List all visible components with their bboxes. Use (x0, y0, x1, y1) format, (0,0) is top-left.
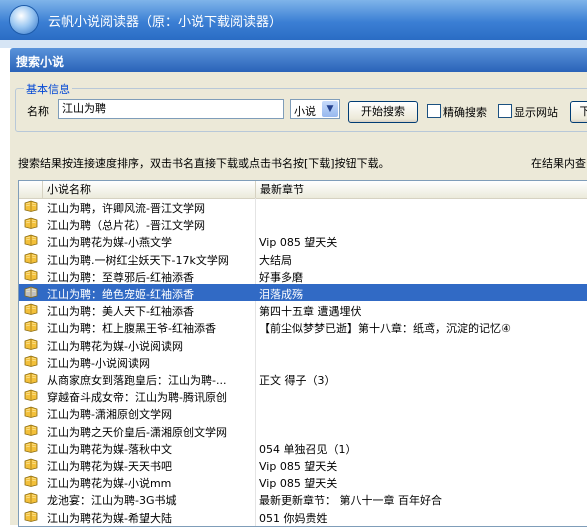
table-header: 小说名称 最新章节 (19, 181, 587, 199)
book-icon (24, 200, 38, 212)
name-label: 名称 (27, 105, 49, 118)
dialog-titlebar: 搜索小说 (10, 48, 587, 72)
table-row[interactable]: 从商家庶女到落跑皇后：江山为聘-... 正文 得子（3） (19, 370, 587, 387)
group-label: 基本信息 (24, 81, 72, 97)
search-input[interactable]: 江山为聘 (58, 99, 284, 119)
latest-chapter-cell: 【前尘似梦梦已逝】第十八章：纸鸢，沉淀的记忆④ (259, 322, 511, 336)
book-icon (24, 303, 38, 316)
table-row[interactable]: 江山为聘.一树红尘妖天下-17k文学网 大结局 (19, 250, 587, 267)
table-row[interactable]: 江山为聘，许卿风流-晋江文学网 (19, 198, 587, 215)
table-row[interactable]: 江山为聘：杠上腹黑王爷-红袖添香 【前尘似梦梦已逝】第十八章：纸鸢，沉淀的记忆④ (19, 318, 587, 335)
book-icon (24, 475, 38, 488)
sort-hint: 搜索结果按连接速度排序，双击书名直接下载或点击书名按[下载]按钮下载。 (18, 157, 390, 170)
extra-button[interactable]: 下 (570, 101, 587, 123)
search-in-results-hint: 在结果内查 (531, 157, 586, 170)
book-name-cell: 江山为聘：杠上腹黑王爷-红袖添香 (47, 322, 216, 336)
table-row[interactable]: 江山为聘花为媒-小说阅读网 (19, 336, 587, 353)
start-search-button[interactable]: 开始搜索 (348, 101, 418, 123)
book-icon (24, 217, 38, 230)
book-name-cell: 从商家庶女到落跑皇后：江山为聘-... (47, 374, 227, 387)
book-icon (24, 338, 38, 350)
latest-chapter-cell: 054 单独召见（1） (259, 442, 357, 456)
latest-chapter-cell: 最新更新章节： 第八十一章 百年好合 (259, 494, 442, 508)
table-row[interactable]: 江山为聘（总片花）-晋江文学网 (19, 215, 587, 232)
table-row[interactable]: 江山为聘花为媒-小燕文学 Vip 085 望天关 (19, 232, 587, 249)
exact-search-label: 精确搜索 (443, 106, 487, 119)
book-name-cell: 江山为聘.一树红尘妖天下-17k文学网 (47, 253, 229, 267)
book-name-cell: 江山为聘：美人天下-红袖添香 (47, 305, 194, 319)
table-row[interactable]: 江山为聘：至尊邪后-红袖添香 好事多磨 (19, 267, 587, 284)
book-icon (24, 269, 38, 281)
book-name-cell: 江山为聘，许卿风流-晋江文学网 (47, 202, 205, 215)
window-gap (0, 40, 587, 48)
book-name-cell: 龙池宴：江山为聘-3G书城 (47, 494, 177, 508)
book-icon (24, 372, 38, 384)
book-name-cell: 江山为聘花为媒-落秋中文 (47, 442, 172, 456)
book-icon (24, 355, 38, 367)
app-title: 云帆小说阅读器（原：小说下载阅读器） (48, 15, 283, 30)
show-site-label: 显示网站 (514, 106, 558, 119)
book-name-cell: 江山为聘：绝色宠姬-红袖添香 (47, 288, 194, 301)
book-icon (24, 234, 38, 247)
show-site-checkbox[interactable] (498, 104, 512, 118)
book-name-cell: 江山为聘之天价皇后-潇湘原创文学网 (47, 425, 227, 439)
book-icon (24, 320, 38, 333)
latest-chapter-cell: 051 你妈贵姓 (259, 511, 328, 525)
latest-chapter-cell: 泪落成殇 (259, 288, 303, 301)
book-name-cell: 江山为聘花为媒-希望大陆 (47, 511, 172, 525)
app-logo-icon (10, 6, 38, 34)
latest-chapter-cell: Vip 085 望天关 (259, 460, 338, 473)
book-name-cell: 江山为聘花为媒-小燕文学 (47, 236, 172, 250)
column-header-name[interactable]: 小说名称 (43, 181, 256, 198)
table-row[interactable]: 穿越奋斗成女帝：江山为聘-腾讯原创 (19, 387, 587, 404)
book-icon (24, 458, 38, 470)
category-select[interactable]: 小说 ▼ (290, 99, 340, 119)
table-row[interactable]: 江山为聘-小说阅读网 (19, 353, 587, 370)
book-icon (24, 441, 38, 453)
dialog-title: 搜索小说 (16, 55, 65, 69)
book-icon (24, 406, 38, 419)
book-name-cell: 江山为聘（总片花）-晋江文学网 (47, 219, 205, 233)
book-name-cell: 江山为聘-潇湘原创文学网 (47, 408, 172, 422)
book-icon (24, 424, 38, 436)
exact-search-checkbox[interactable] (427, 104, 441, 118)
book-name-cell: 江山为聘花为媒-天天书吧 (47, 460, 172, 473)
table-row[interactable]: 江山为聘：绝色宠姬-红袖添香 泪落成殇 (19, 284, 587, 301)
table-row[interactable]: 江山为聘之天价皇后-潇湘原创文学网 (19, 422, 587, 439)
book-icon (24, 510, 38, 522)
table-row[interactable]: 江山为聘花为媒-天天书吧 Vip 085 望天关 (19, 456, 587, 473)
category-value: 小说 (294, 105, 316, 118)
chevron-down-icon[interactable]: ▼ (322, 101, 338, 117)
latest-chapter-cell: 正文 得子（3） (259, 374, 336, 387)
column-header-latest-chapter[interactable]: 最新章节 (256, 181, 587, 198)
app-titlebar: 云帆小说阅读器（原：小说下载阅读器） (0, 0, 587, 40)
table-row[interactable]: 龙池宴：江山为聘-3G书城 最新更新章节： 第八十一章 百年好合 (19, 490, 587, 507)
book-name-cell: 穿越奋斗成女帝：江山为聘-腾讯原创 (47, 391, 227, 405)
table-row[interactable]: 江山为聘-潇湘原创文学网 (19, 404, 587, 421)
table-row[interactable]: 江山为聘花为媒-落秋中文 054 单独召见（1） (19, 439, 587, 456)
latest-chapter-cell: Vip 085 望天关 (259, 477, 338, 491)
header-icon-column (19, 181, 43, 198)
book-name-cell: 江山为聘-小说阅读网 (47, 356, 150, 370)
book-name-cell: 江山为聘：至尊邪后-红袖添香 (47, 270, 194, 284)
latest-chapter-cell: Vip 085 望天关 (259, 236, 338, 250)
book-icon (24, 286, 38, 298)
latest-chapter-cell: 第四十五章 遭遇埋伏 (259, 305, 362, 319)
book-name-cell: 江山为聘花为媒-小说mm (47, 477, 172, 491)
book-icon (24, 389, 38, 402)
book-name-cell: 江山为聘花为媒-小说阅读网 (47, 339, 183, 353)
table-row[interactable]: 江山为聘花为媒-希望大陆 051 你妈贵姓 (19, 508, 587, 525)
book-icon (24, 492, 38, 505)
book-icon (24, 252, 38, 264)
table-row[interactable]: 江山为聘花为媒-小说mm Vip 085 望天关 (19, 473, 587, 490)
latest-chapter-cell: 好事多磨 (259, 270, 303, 284)
results-table: 小说名称 最新章节 江山为聘，许卿风流-晋江文学网 江山为聘（总片花）-晋江文学网… (18, 180, 587, 527)
table-row[interactable]: 江山为聘：美人天下-红袖添香 第四十五章 遭遇埋伏 (19, 301, 587, 318)
latest-chapter-cell: 大结局 (259, 253, 292, 267)
